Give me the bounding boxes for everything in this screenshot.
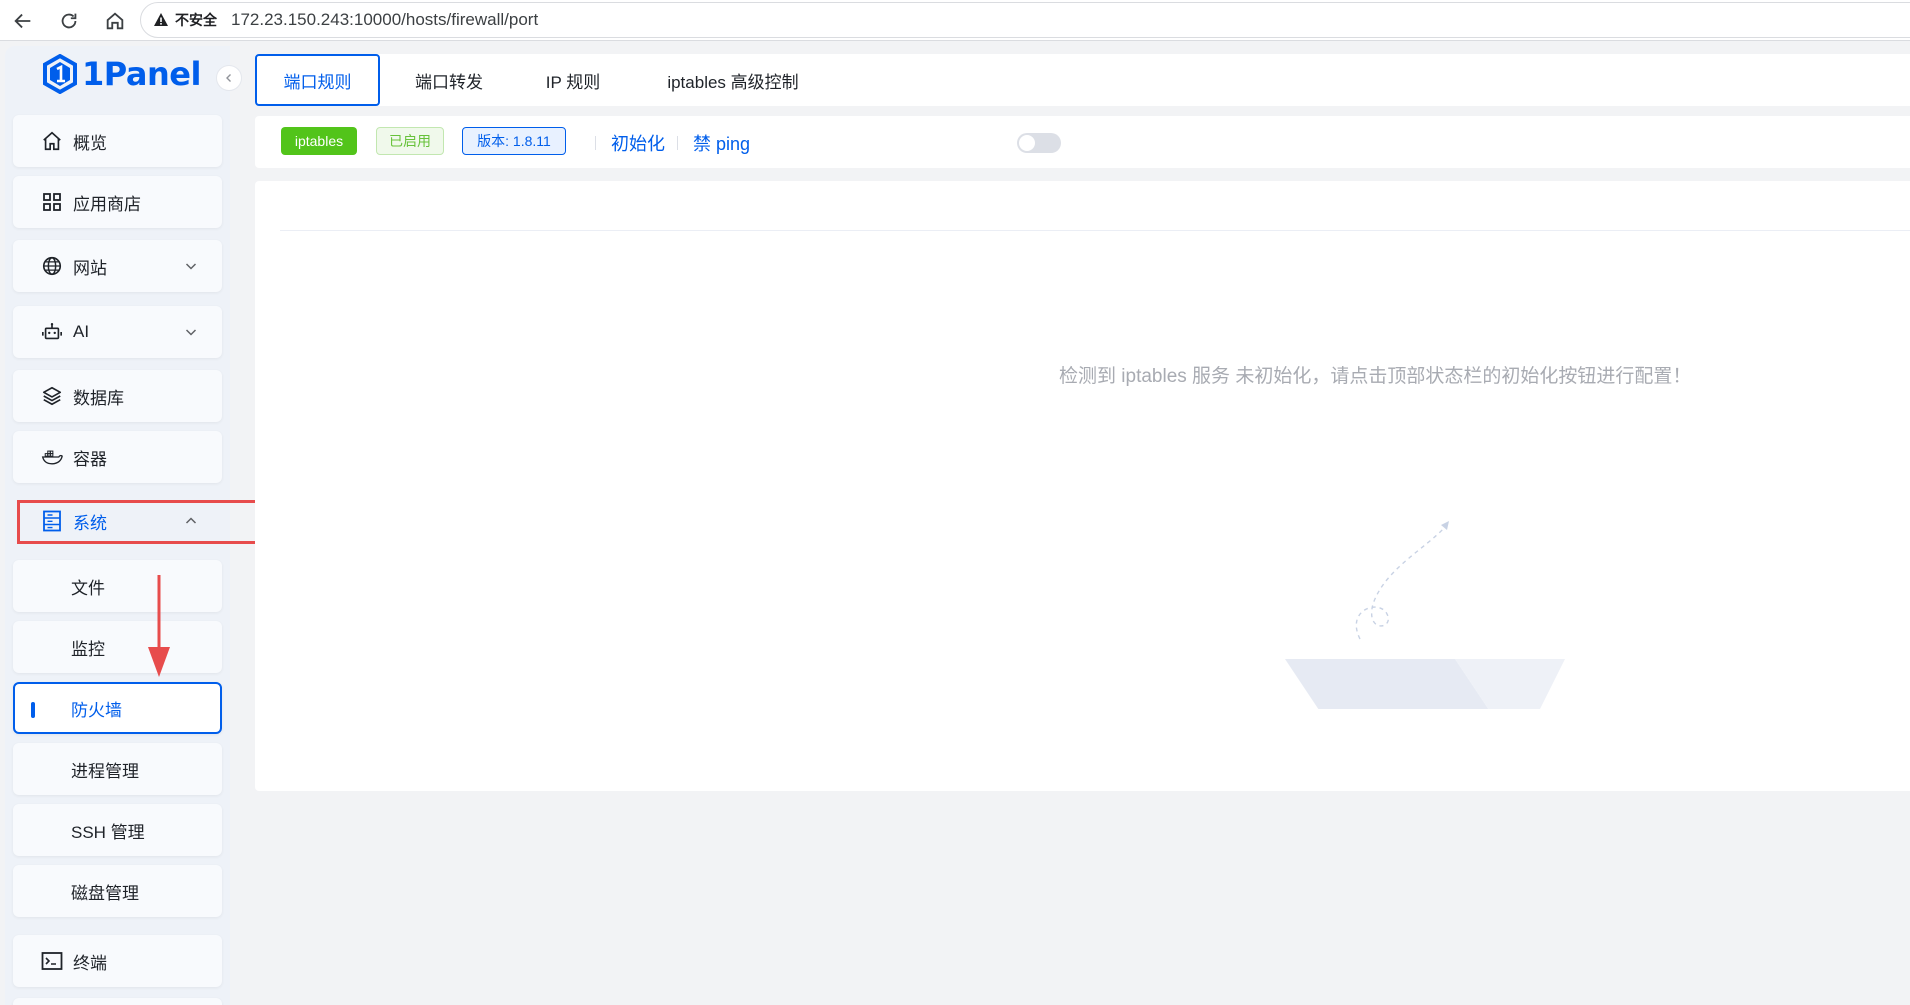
tab-ip-rules[interactable]: IP 规则 [518,54,628,106]
chevron-down-icon [185,263,197,270]
active-indicator [31,702,35,718]
sidebar-item-database[interactable]: 数据库 [13,370,222,422]
tab-port-rules[interactable]: 端口规则 [255,54,380,106]
app-logo[interactable]: 1Panel [42,54,201,94]
tab-iptables-advanced[interactable]: iptables 高级控制 [638,54,828,106]
sidebar-subitem-label: 防火墙 [71,700,122,720]
sidebar-subitem-disk[interactable]: 磁盘管理 [13,865,222,917]
sidebar-item-label: 网站 [73,258,107,278]
empty-state-illustration [1285,521,1565,709]
sidebar-item-overview[interactable]: 概览 [13,115,222,167]
sidebar-item-ai[interactable]: AI [13,306,222,358]
firewall-status-bar: iptables 已启用 版本: 1.8.11 初始化 禁 ping [255,116,1910,168]
sidebar-subitem-process[interactable]: 进程管理 [13,743,222,795]
empty-state-message: 检测到 iptables 服务 未初始化，请点击顶部状态栏的初始化按钮进行配置！ [1059,366,1692,387]
reload-button[interactable] [56,8,82,34]
sidebar-subitem-ssh[interactable]: SSH 管理 [13,804,222,856]
separator [595,136,596,150]
sidebar-subitem-label: 文件 [71,578,105,598]
arrow-left-icon [14,13,31,29]
status-badge: 已启用 [376,127,444,155]
sidebar-subitem-label: SSH 管理 [71,822,145,842]
warning-icon [154,13,168,26]
home-button[interactable] [102,8,128,34]
sidebar-subitem-label: 监控 [71,639,105,659]
separator [677,136,678,150]
sidebar-item-partial[interactable] [13,998,222,1005]
ping-toggle[interactable] [1017,133,1061,153]
annotation-highlight-box [17,500,269,544]
sidebar-item-website[interactable]: 网站 [13,240,222,292]
collapse-sidebar-button[interactable] [216,65,242,91]
reload-icon [61,13,77,29]
tab-port-forward[interactable]: 端口转发 [390,54,508,106]
sidebar-subitem-firewall[interactable]: 防火墙 [13,682,222,734]
robot-icon [41,321,63,343]
divider [280,230,1910,231]
sidebar-subitem-label: 进程管理 [71,761,139,781]
url-text[interactable]: 172.23.150.243:10000/hosts/firewall/port [231,10,538,30]
chevron-down-icon [185,329,197,336]
grid-icon [41,191,63,213]
tabs-bar: 端口规则 端口转发 IP 规则 iptables 高级控制 [255,54,1910,106]
sidebar-item-app-store[interactable]: 应用商店 [13,176,222,228]
home-icon [106,12,124,30]
back-button[interactable] [10,8,36,34]
rules-panel: 检测到 iptables 服务 未初始化，请点击顶部状态栏的初始化按钮进行配置！ [255,181,1910,791]
sidebar-item-label: 终端 [73,953,107,973]
security-label[interactable]: 不安全 [175,10,217,30]
layers-icon [41,385,63,407]
service-tag: iptables [281,127,357,155]
logo-text: 1Panel [82,55,201,93]
sidebar-subitem-files[interactable]: 文件 [13,560,222,612]
toggle-knob [1019,135,1035,151]
init-link[interactable]: 初始化 [611,130,665,156]
sidebar-subitem-label: 磁盘管理 [71,883,139,903]
sidebar-item-label: 应用商店 [73,194,141,214]
globe-icon [41,255,63,277]
sidebar-item-label: 概览 [73,133,107,153]
sidebar-item-label: 数据库 [73,388,124,408]
home-icon [41,130,63,152]
sidebar-item-label: AI [73,322,90,341]
terminal-icon [41,950,63,972]
logo-hexagon-icon [43,54,77,94]
sidebar-subitem-monitor[interactable]: 监控 [13,621,222,673]
sidebar-item-container[interactable]: 容器 [13,431,222,483]
version-badge: 版本: 1.8.11 [462,127,566,155]
address-bar[interactable]: 不安全 172.23.150.243:10000/hosts/firewall/… [140,2,1910,38]
sidebar-item-label: 容器 [73,449,107,469]
chevron-left-icon [226,74,231,82]
browser-toolbar: 不安全 172.23.150.243:10000/hosts/firewall/… [0,0,1910,41]
annotation-arrow [148,575,170,677]
ping-label: 禁 ping [693,134,751,154]
sidebar-item-terminal[interactable]: 终端 [13,935,222,987]
docker-icon [41,446,63,468]
